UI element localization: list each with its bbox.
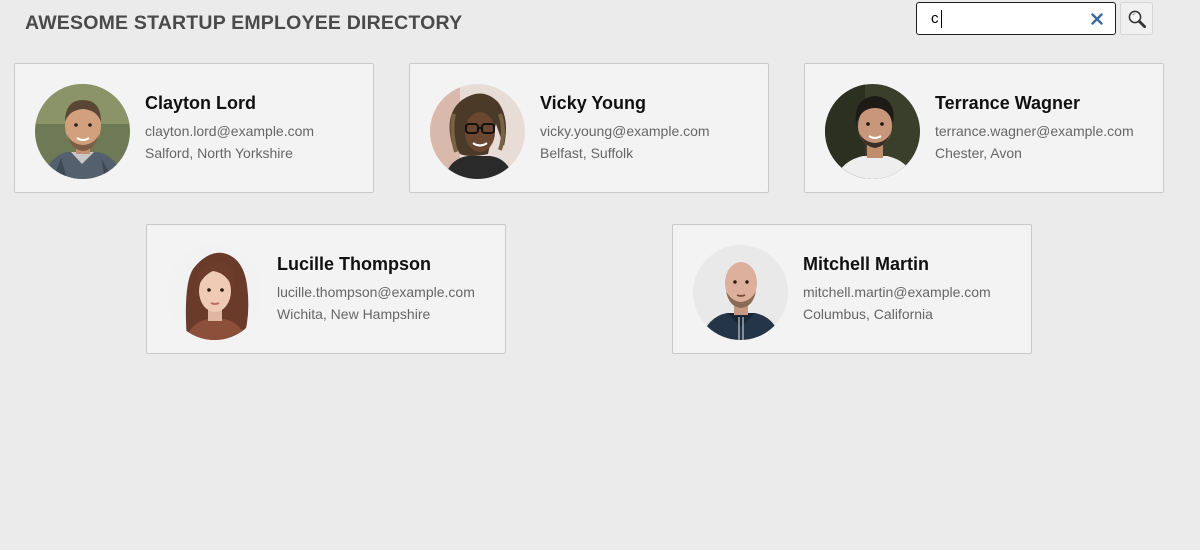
avatar: [167, 245, 262, 340]
employee-card[interactable]: Clayton Lord clayton.lord@example.com Sa…: [14, 63, 374, 193]
employee-name: Vicky Young: [540, 93, 647, 113]
employee-info: Mitchell Martin mitchell.martin@example.…: [803, 254, 991, 325]
employee-info: Vicky Young vicky.young@example.com Belf…: [540, 93, 710, 164]
employee-email: terrance.wagner@example.com: [935, 123, 1134, 139]
employee-name: Lucille Thompson: [277, 254, 432, 274]
employee-name: Clayton Lord: [145, 93, 256, 113]
employee-card[interactable]: Vicky Young vicky.young@example.com Belf…: [409, 63, 769, 193]
search-input[interactable]: [917, 3, 1091, 34]
employee-directory-page: AWESOME STARTUP EMPLOYEE DIRECTORY c Cla…: [0, 0, 1200, 550]
text-cursor: [941, 10, 942, 28]
search-form: [916, 2, 1154, 35]
avatar: [693, 245, 788, 340]
page-title: AWESOME STARTUP EMPLOYEE DIRECTORY: [25, 12, 463, 34]
employee-card[interactable]: Mitchell Martin mitchell.martin@example.…: [672, 224, 1032, 354]
employee-location: Belfast, Suffolk: [540, 145, 634, 161]
avatar: [825, 84, 920, 179]
employee-info: Terrance Wagner terrance.wagner@example.…: [935, 93, 1134, 164]
employee-email: vicky.young@example.com: [540, 123, 710, 139]
employee-location: Wichita, New Hampshire: [277, 306, 431, 322]
employee-email: clayton.lord@example.com: [145, 123, 315, 139]
employee-info: Clayton Lord clayton.lord@example.com Sa…: [145, 93, 314, 164]
clear-search-button[interactable]: [1089, 11, 1105, 27]
employee-email: lucille.thompson@example.com: [277, 284, 475, 300]
magnifier-icon: [1128, 10, 1146, 28]
employee-location: Chester, Avon: [935, 145, 1022, 161]
employee-name: Mitchell Martin: [803, 254, 930, 274]
search-field[interactable]: [916, 2, 1116, 35]
employee-info: Lucille Thompson lucille.thompson@exampl…: [277, 254, 475, 325]
close-icon: [1091, 13, 1103, 25]
search-button[interactable]: [1120, 2, 1153, 35]
employee-name: Terrance Wagner: [935, 93, 1081, 113]
avatar: [35, 84, 130, 179]
employee-location: Columbus, California: [803, 306, 933, 322]
avatar: [430, 84, 525, 179]
employee-email: mitchell.martin@example.com: [803, 284, 991, 300]
employee-card[interactable]: Lucille Thompson lucille.thompson@exampl…: [146, 224, 506, 354]
employee-location: Salford, North Yorkshire: [145, 145, 293, 161]
employee-card[interactable]: Terrance Wagner terrance.wagner@example.…: [804, 63, 1164, 193]
